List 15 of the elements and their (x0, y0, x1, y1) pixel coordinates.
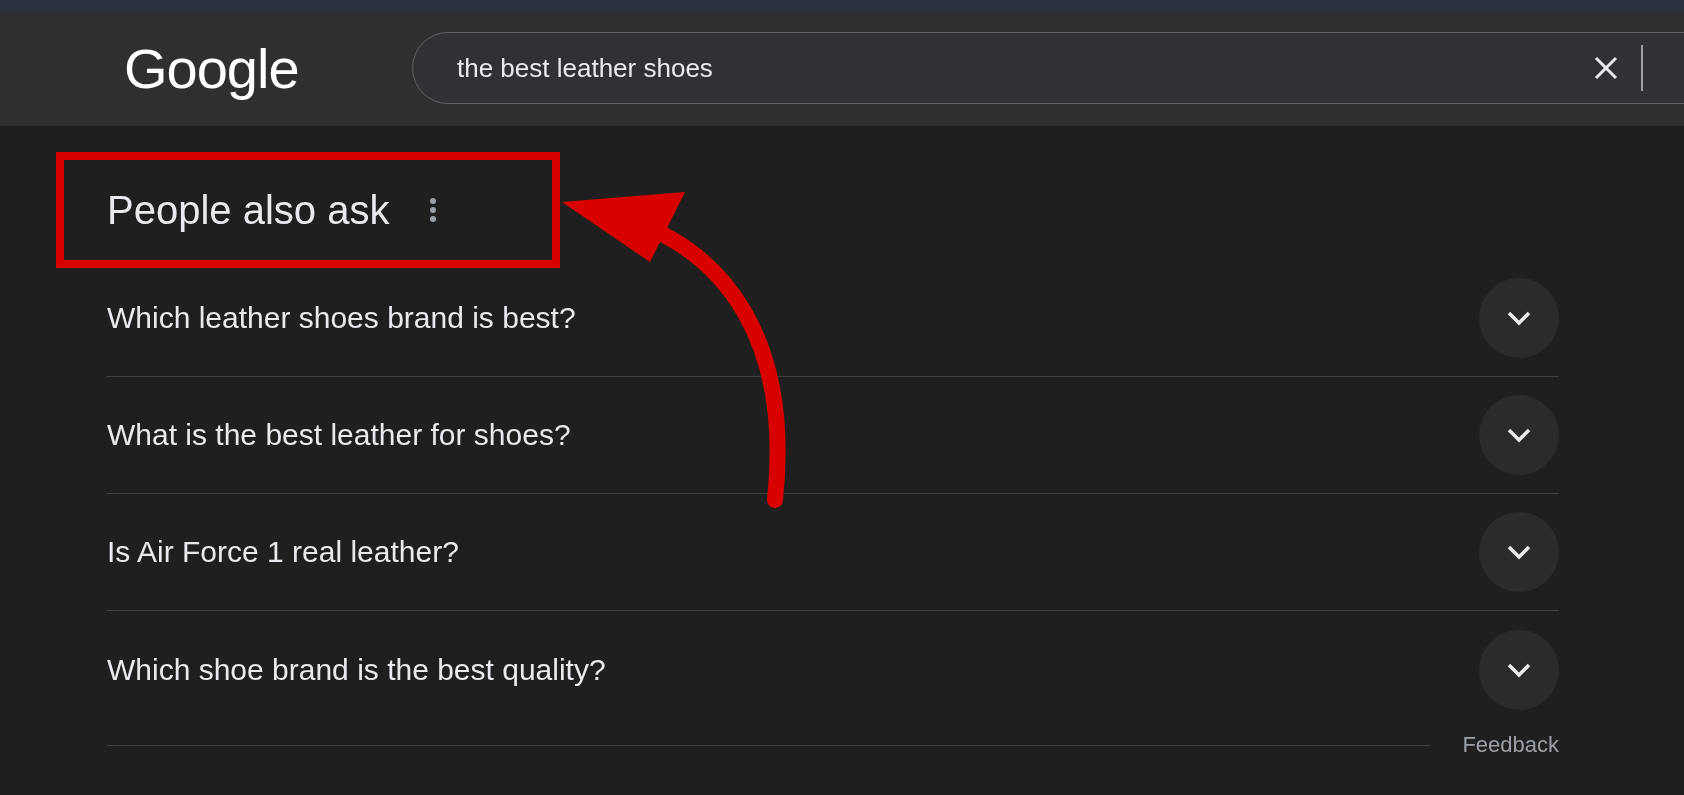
chevron-down-icon (1506, 310, 1532, 326)
question-text[interactable]: What is the best leather for shoes? (107, 418, 571, 452)
question-text[interactable]: Which leather shoes brand is best? (107, 301, 576, 335)
question-text[interactable]: Which shoe brand is the best quality? (107, 652, 606, 687)
feedback-link[interactable]: Feedback (1462, 732, 1559, 758)
chevron-down-icon (1506, 661, 1532, 678)
chevron-down-icon (1506, 427, 1532, 443)
section-title: People also ask (107, 187, 390, 233)
google-logo[interactable]: Google (124, 35, 382, 101)
close-icon[interactable] (1593, 55, 1619, 81)
more-icon[interactable] (429, 197, 438, 223)
search-field[interactable]: the best leather shoes (457, 52, 1573, 84)
search-bar[interactable]: the best leather shoes (412, 32, 1684, 104)
question-text[interactable]: Is Air Force 1 real leather? (107, 535, 459, 569)
chevron-down-icon (1506, 544, 1532, 560)
